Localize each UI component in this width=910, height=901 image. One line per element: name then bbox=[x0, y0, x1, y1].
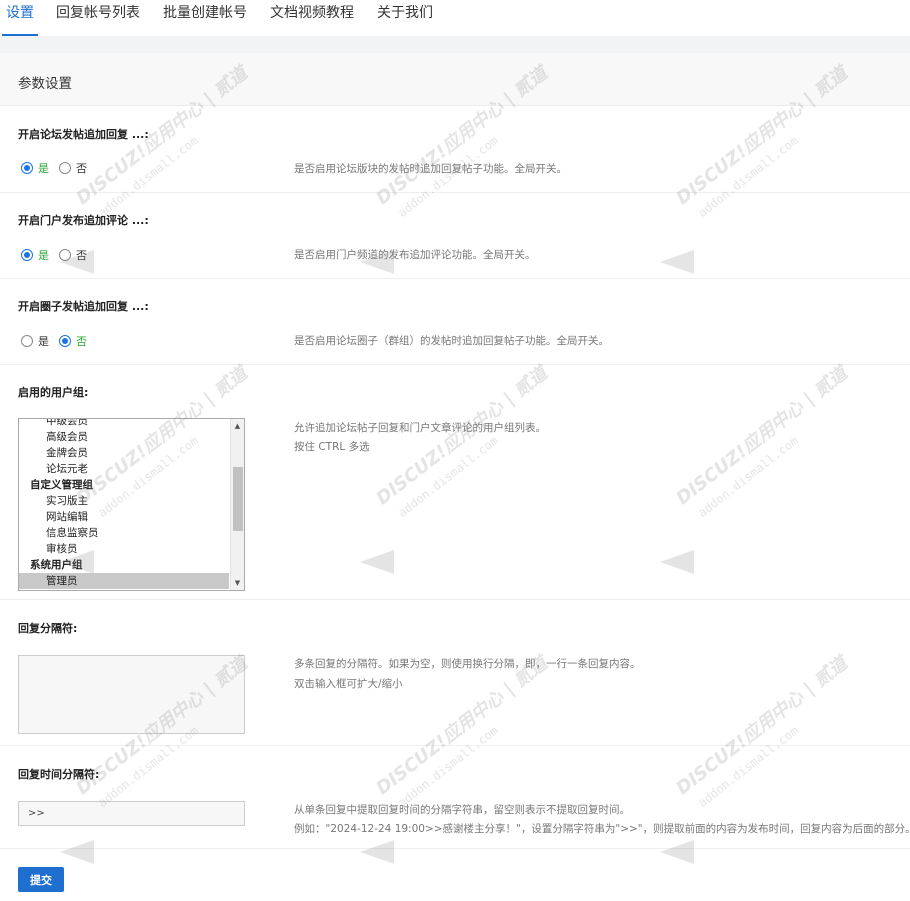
radio-no[interactable] bbox=[59, 335, 71, 347]
scroll-up-icon[interactable]: ▲ bbox=[231, 419, 244, 433]
row-divider bbox=[0, 848, 910, 849]
section-header: 参数设置 bbox=[0, 53, 910, 106]
radio-yes-label[interactable]: 是 bbox=[38, 160, 49, 176]
time-separator-input[interactable] bbox=[18, 801, 245, 826]
tab-settings[interactable]: 设置 bbox=[2, 3, 38, 36]
watermark-arrow-icon bbox=[660, 840, 694, 864]
watermark-arrow-icon bbox=[660, 550, 694, 574]
usergroup-optgroup[interactable]: 自定义管理组 bbox=[19, 477, 229, 493]
radio-no-label[interactable]: 否 bbox=[76, 247, 87, 263]
setting-desc-group-reply: 是否启用论坛圈子（群组）的发帖时追加回复帖子功能。全局开关。 bbox=[294, 335, 609, 347]
setting-label-separator: 回复分隔符: bbox=[18, 622, 78, 635]
watermark-arrow-icon bbox=[360, 840, 394, 864]
scroll-thumb[interactable] bbox=[233, 467, 243, 531]
radio-no-label[interactable]: 否 bbox=[76, 333, 87, 349]
tab-reply-accounts[interactable]: 回复帐号列表 bbox=[56, 3, 140, 36]
watermark-domain: addon.dismall.com bbox=[95, 133, 201, 220]
usergroup-option[interactable]: 中级会员 bbox=[19, 419, 229, 429]
submit-button[interactable]: 提交 bbox=[18, 867, 64, 892]
setting-desc-time-separator-example: 例如："2024-12-24 19:00>>感谢楼主分享！"，设置分隔字符串为"… bbox=[294, 823, 910, 835]
usergroup-option[interactable]: 实习版主 bbox=[19, 493, 229, 509]
radio-yes[interactable] bbox=[21, 249, 33, 261]
watermark-text: DISCUZ!应用中心 | 贰道 bbox=[672, 652, 852, 800]
usergroup-option[interactable]: 信息监察员 bbox=[19, 525, 229, 541]
usergroup-option[interactable]: 高级会员 bbox=[19, 429, 229, 445]
tab-docs-video[interactable]: 文档视频教程 bbox=[270, 3, 354, 36]
row-divider bbox=[0, 192, 910, 193]
section-title: 参数设置 bbox=[18, 76, 72, 92]
radio-no[interactable] bbox=[59, 249, 71, 261]
usergroup-option[interactable]: 网站编辑 bbox=[19, 509, 229, 525]
setting-label-group-reply: 开启圈子发帖追加回复 ...: bbox=[18, 300, 149, 313]
header-divider bbox=[0, 36, 910, 53]
listbox-scrollbar[interactable]: ▲ ▼ bbox=[230, 419, 244, 590]
watermark-text: DISCUZ!应用中心 | 贰道 bbox=[672, 362, 852, 510]
scroll-down-icon[interactable]: ▼ bbox=[231, 576, 244, 590]
setting-label-portal-comment: 开启门户发布追加评论 ...: bbox=[18, 214, 149, 227]
separator-textarea[interactable] bbox=[18, 655, 245, 734]
radio-group-portal-comment: 是 否 bbox=[21, 247, 97, 263]
watermark-arrow-icon bbox=[360, 550, 394, 574]
watermark-domain: addon.dismall.com bbox=[695, 433, 801, 520]
setting-label-forum-reply: 开启论坛发帖追加回复 ...: bbox=[18, 128, 149, 141]
setting-desc-separator: 多条回复的分隔符。如果为空，则使用换行分隔，即，一行一条回复内容。 bbox=[294, 658, 641, 670]
setting-label-time-separator: 回复时间分隔符: bbox=[18, 768, 100, 781]
setting-desc-usergroups: 允许追加论坛帖子回复和门户文章评论的用户组列表。 bbox=[294, 422, 546, 434]
watermark-arrow-icon bbox=[660, 250, 694, 274]
setting-desc-time-separator: 从单条回复中提取回复时间的分隔字符串，留空则表示不提取回复时间。 bbox=[294, 804, 630, 816]
usergroup-option[interactable]: 管理员 bbox=[19, 573, 229, 589]
usergroup-optgroup[interactable]: 系统用户组 bbox=[19, 557, 229, 573]
setting-label-usergroups: 启用的用户组: bbox=[18, 386, 89, 399]
row-divider bbox=[0, 599, 910, 600]
usergroup-option[interactable]: 审核员 bbox=[19, 541, 229, 557]
radio-yes[interactable] bbox=[21, 162, 33, 174]
setting-desc-usergroups-hint: 按住 CTRL 多选 bbox=[294, 441, 370, 453]
watermark-domain: addon.dismall.com bbox=[395, 433, 501, 520]
setting-desc-separator-hint: 双击输入框可扩大/缩小 bbox=[294, 678, 403, 690]
radio-yes-label[interactable]: 是 bbox=[38, 333, 49, 349]
row-divider bbox=[0, 278, 910, 279]
radio-no-label[interactable]: 否 bbox=[76, 160, 87, 176]
radio-yes-label[interactable]: 是 bbox=[38, 247, 49, 263]
radio-group-forum-reply: 是 否 bbox=[21, 160, 97, 176]
usergroup-multiselect[interactable]: 中级会员 高级会员 金牌会员 论坛元老 自定义管理组 实习版主 网站编辑 信息监察员 审核员 系统… bbox=[18, 418, 245, 591]
usergroup-option[interactable]: 论坛元老 bbox=[19, 461, 229, 477]
watermark-domain: addon.dismall.com bbox=[395, 723, 501, 810]
watermark-domain: addon.dismall.com bbox=[695, 723, 801, 810]
top-tab-bar: 设置 回复帐号列表 批量创建帐号 文档视频教程 关于我们 bbox=[0, 0, 910, 36]
usergroup-option[interactable]: 金牌会员 bbox=[19, 445, 229, 461]
radio-yes[interactable] bbox=[21, 335, 33, 347]
row-divider bbox=[0, 364, 910, 365]
watermark-domain: addon.dismall.com bbox=[95, 723, 201, 810]
watermark-domain: addon.dismall.com bbox=[695, 133, 801, 220]
setting-desc-forum-reply: 是否启用论坛版块的发帖时追加回复帖子功能。全局开关。 bbox=[294, 163, 567, 175]
usergroup-options: 中级会员 高级会员 金牌会员 论坛元老 自定义管理组 实习版主 网站编辑 信息监察员 审核员 系统… bbox=[19, 419, 229, 589]
watermark-arrow-icon bbox=[60, 840, 94, 864]
tab-about[interactable]: 关于我们 bbox=[377, 3, 433, 36]
setting-desc-portal-comment: 是否启用门户频道的发布追加评论功能。全局开关。 bbox=[294, 249, 536, 261]
radio-no[interactable] bbox=[59, 162, 71, 174]
tab-batch-create[interactable]: 批量创建帐号 bbox=[163, 3, 247, 36]
radio-group-group-reply: 是 否 bbox=[21, 333, 97, 349]
row-divider bbox=[0, 745, 910, 746]
